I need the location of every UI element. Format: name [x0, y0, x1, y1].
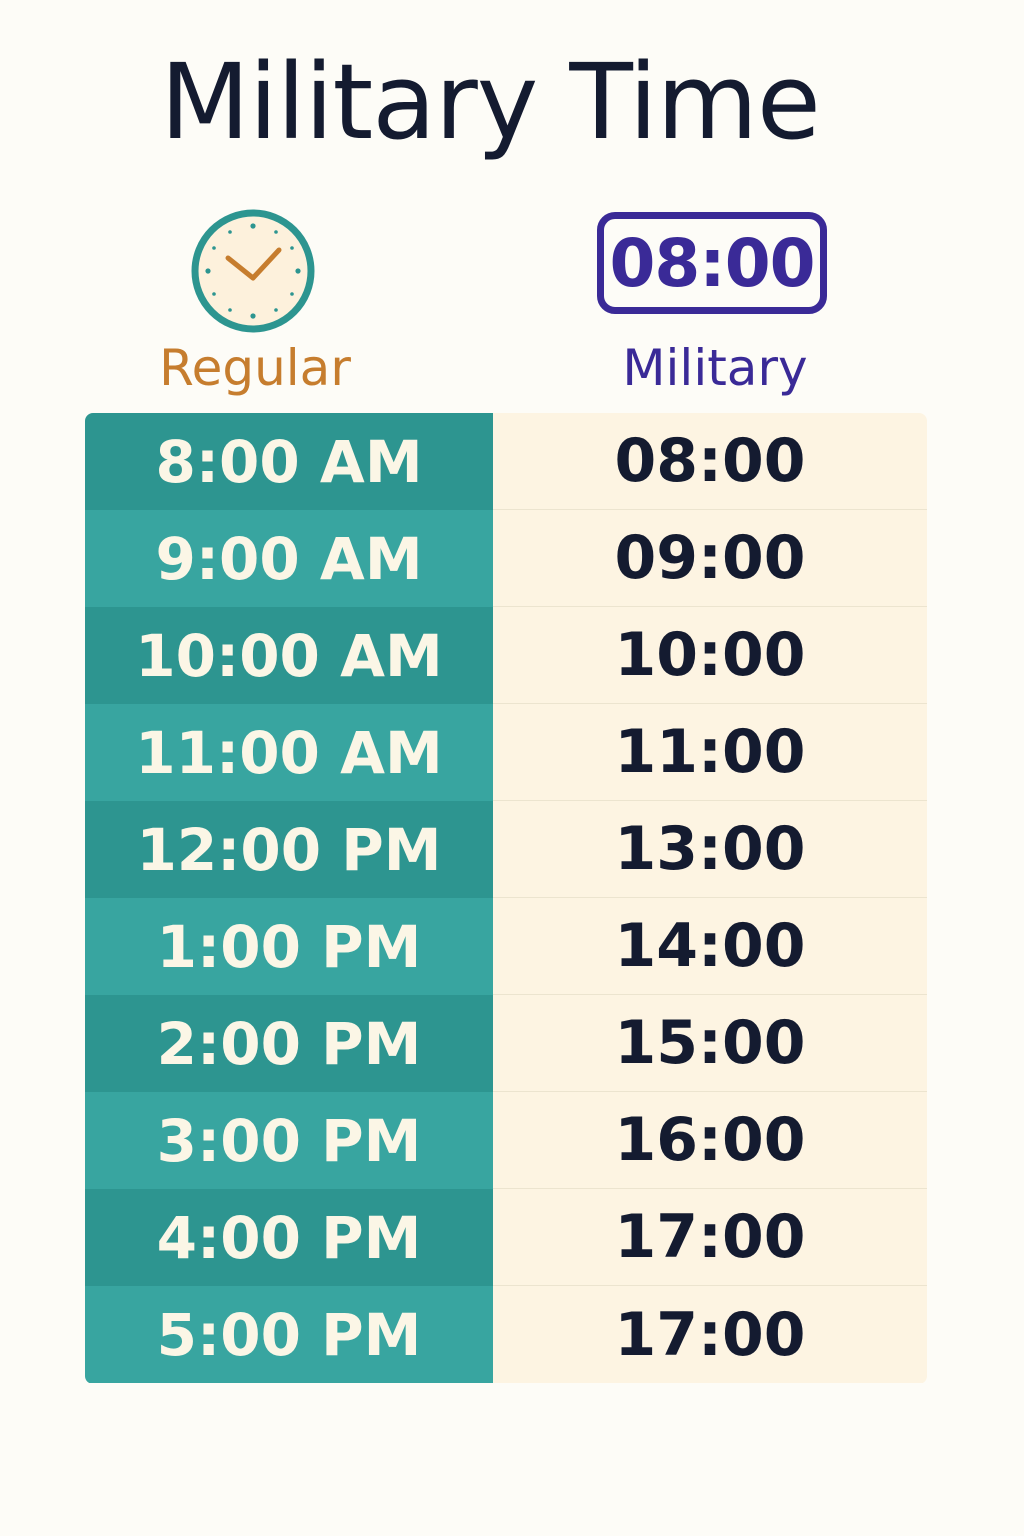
regular-time-cell: 1:00 PM [85, 898, 493, 995]
table-row: 8:00 AM 08:00 [85, 413, 927, 510]
table-row: 11:00 AM 11:00 [85, 704, 927, 801]
regular-time-cell: 2:00 PM [85, 995, 493, 1092]
regular-time-cell: 10:00 AM [85, 607, 493, 704]
table-row: 3:00 PM 16:00 [85, 1092, 927, 1189]
regular-time-cell: 12:00 PM [85, 801, 493, 898]
military-time-cell: 08:00 [493, 413, 927, 510]
conversion-table: 8:00 AM 08:00 9:00 AM 09:00 10:00 AM 10:… [85, 413, 927, 1384]
table-row: 10:00 AM 10:00 [85, 607, 927, 704]
table-row: 9:00 AM 09:00 [85, 510, 927, 607]
regular-time-cell: 5:00 PM [85, 1286, 493, 1383]
regular-time-cell: 3:00 PM [85, 1092, 493, 1189]
military-time-cell: 09:00 [493, 510, 927, 607]
military-time-cell: 13:00 [493, 801, 927, 898]
military-time-cell: 11:00 [493, 704, 927, 801]
clock-icon [191, 209, 315, 333]
digital-clock-icon: 08:00 [597, 212, 827, 314]
military-time-cell: 10:00 [493, 607, 927, 704]
military-time-cell: 14:00 [493, 898, 927, 995]
table-row: 4:00 PM 17:00 [85, 1189, 927, 1286]
regular-time-cell: 8:00 AM [85, 413, 493, 510]
regular-column-label: Regular [159, 339, 351, 397]
military-time-cell: 16:00 [493, 1092, 927, 1189]
military-time-cell: 17:00 [493, 1189, 927, 1286]
regular-time-cell: 11:00 AM [85, 704, 493, 801]
table-row: 2:00 PM 15:00 [85, 995, 927, 1092]
page-title: Military Time [160, 41, 821, 163]
military-time-cell: 15:00 [493, 995, 927, 1092]
regular-time-cell: 9:00 AM [85, 510, 493, 607]
regular-time-cell: 4:00 PM [85, 1189, 493, 1286]
table-row: 1:00 PM 14:00 [85, 898, 927, 995]
table-row: 5:00 PM 17:00 [85, 1286, 927, 1383]
table-row: 12:00 PM 13:00 [85, 801, 927, 898]
military-column-label: Military [622, 339, 808, 397]
military-time-cell: 17:00 [493, 1286, 927, 1383]
